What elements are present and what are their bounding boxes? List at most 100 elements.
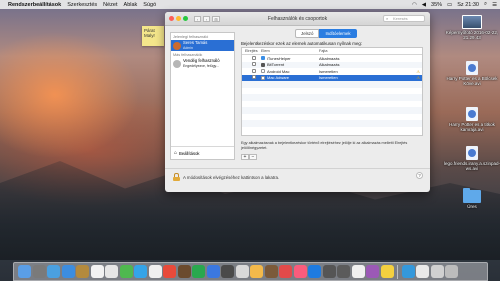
avatar (173, 41, 181, 50)
table-row[interactable]: iTunesHelper Alkalmazás (242, 55, 422, 62)
item-name: Android Mac (267, 68, 290, 74)
dock-app-icon[interactable] (163, 265, 176, 278)
dock-app-icon[interactable] (90, 265, 104, 278)
help-button[interactable]: ? (416, 172, 423, 179)
dock-app-icon[interactable] (47, 265, 60, 278)
lock-icon[interactable] (173, 173, 180, 181)
file-label: Harry Potter es a Bölcsek Köve.avi (446, 76, 498, 87)
login-options-label: Beállítások (179, 150, 200, 156)
menu-help[interactable]: Súgó (143, 2, 156, 8)
sidebar-user-current[interactable]: Seres Tamás Admin (171, 40, 234, 51)
dock-app-icon[interactable] (177, 265, 191, 278)
battery-icon[interactable]: ▭ (447, 2, 452, 8)
dock-app-icon[interactable] (250, 265, 263, 278)
item-cell: Android Mac (261, 69, 317, 74)
volume-icon[interactable]: ◀ (422, 2, 426, 8)
dock-app-icon[interactable] (366, 265, 379, 278)
desktop-folder-empty[interactable]: Üres (444, 188, 500, 209)
dock-app-icon[interactable] (221, 265, 234, 278)
dock-app-icon[interactable] (416, 265, 429, 278)
desktop-file-video-2[interactable]: Harry Potter es a titkok kamraja.avi (444, 107, 500, 132)
dock-app-icon[interactable] (401, 265, 415, 278)
sidebar-user-guest[interactable]: Vendég felhasználó Engedélyezve, felügy.… (171, 58, 234, 69)
table-row[interactable]: Mac Adware Ismeretlen ⚠ (242, 74, 422, 81)
desktop-file-screenshot[interactable]: Képernyőfotó 2016-02-22, 21.29.43 (444, 15, 500, 40)
app-icon (261, 69, 265, 74)
spotlight-icon[interactable]: ⌕ (484, 1, 487, 8)
warning-icon: ⚠ (416, 68, 420, 74)
column-kind[interactable]: Fajta (317, 49, 422, 53)
dock-app-icon[interactable] (235, 265, 249, 278)
add-item-button[interactable]: + (241, 154, 249, 160)
dock (13, 262, 488, 281)
current-user-header: Jelenlegi felhasználó (173, 35, 209, 39)
back-icon[interactable]: ‹ (194, 15, 201, 22)
dock-app-icon[interactable] (32, 265, 46, 278)
column-hide[interactable]: Elrejtés (242, 49, 261, 53)
menu-app-name[interactable]: Rendszerbeállítások (8, 2, 61, 8)
item-name: Mac Adware (267, 75, 290, 81)
zoom-icon[interactable] (183, 16, 188, 21)
menu-bar: Rendszerbeállítások Szerkesztés Nézet Ab… (0, 0, 500, 9)
dock-app-icon[interactable] (61, 265, 75, 278)
kind-cell: Alkalmazás (319, 55, 340, 61)
dock-app-icon[interactable] (308, 265, 321, 278)
table-row[interactable]: Android Mac Ismeretlen ⚠ (242, 68, 422, 75)
menu-view[interactable]: Nézet (103, 2, 117, 8)
file-label: Harry Potter es a titkok kamraja.avi (449, 122, 495, 133)
dock-app-icon[interactable] (192, 265, 205, 278)
show-all-grid-icon[interactable]: ⊞ (212, 15, 220, 22)
menu-window[interactable]: Ablak (124, 2, 138, 8)
minimize-icon[interactable] (176, 16, 181, 21)
app-icon (261, 62, 265, 67)
dock-app-icon[interactable] (430, 265, 444, 278)
desktop-file-video-1[interactable]: Harry Potter es a Bölcsek Köve.avi (444, 61, 500, 86)
desktop-file-video-3[interactable]: lego.friends.irany.a.szinpad-ws.avi (444, 146, 500, 171)
dock-app-icon[interactable] (134, 265, 147, 278)
close-icon[interactable] (169, 16, 174, 21)
hide-checkbox[interactable] (252, 62, 256, 67)
dock-app-icon[interactable] (337, 265, 350, 278)
dock-app-icon[interactable] (293, 265, 307, 278)
hide-cell (242, 68, 261, 74)
column-item[interactable]: Elem (261, 49, 317, 53)
login-options-item[interactable]: ⌂ Beállítások (171, 146, 234, 159)
dock-app-icon[interactable] (76, 265, 89, 278)
sticky-note[interactable]: Párat Malyr (142, 26, 164, 46)
remove-item-button[interactable]: − (249, 154, 257, 160)
notification-center-icon[interactable]: ☰ (492, 2, 497, 8)
menu-clock[interactable]: Sz 21:30 (457, 2, 479, 8)
hide-help-text: Egy alkalmazásnak a bejelentkezéskor tör… (241, 141, 408, 150)
dock-app-icon[interactable] (445, 265, 458, 278)
wifi-icon[interactable]: ◠ (412, 2, 417, 8)
dock-app-icon[interactable] (264, 265, 278, 278)
video-file-icon (466, 61, 478, 75)
app-icon (261, 75, 265, 80)
hide-checkbox[interactable] (252, 68, 256, 73)
login-items-description: Bejelentkezéskor ezek az elemek automati… (241, 41, 363, 46)
dock-app-icon[interactable] (380, 265, 394, 278)
table-row[interactable]: BitTorrent Alkalmazás (242, 61, 422, 68)
file-label: lego.friends.irany.a.szinpad-ws.avi (444, 161, 500, 172)
login-items-table: Elrejtés Elem Fajta iTunesHelper Alkalmaz… (241, 47, 423, 136)
dock-app-icon[interactable] (148, 265, 162, 278)
hide-checkbox[interactable] (252, 75, 256, 80)
battery-percent[interactable]: 35% (431, 2, 442, 8)
tab-password[interactable]: Jelszó (295, 29, 320, 38)
item-cell: Mac Adware (261, 75, 317, 80)
dock-app-icon[interactable] (119, 265, 133, 278)
hide-checkbox[interactable] (252, 55, 256, 60)
dock-app-icon[interactable] (279, 265, 292, 278)
video-file-icon (466, 107, 478, 121)
forward-icon[interactable]: › (203, 15, 210, 22)
dock-app-icon[interactable] (322, 265, 336, 278)
tab-login-items[interactable]: Indítóelemek (319, 29, 357, 38)
dock-app-icon[interactable] (18, 265, 31, 278)
dock-app-icon[interactable] (206, 265, 220, 278)
image-file-icon (462, 15, 482, 29)
user-role: Admin (183, 45, 193, 50)
dock-app-icon[interactable] (105, 265, 118, 278)
dock-app-icon[interactable] (351, 265, 365, 278)
search-field[interactable]: ⌕ Keresés (383, 15, 425, 22)
menu-edit[interactable]: Szerkesztés (67, 2, 97, 8)
